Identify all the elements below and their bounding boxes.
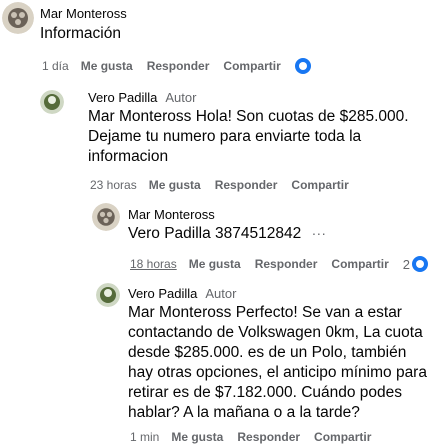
- comment-text: Mar Monteross Perfecto! Se van a estar c…: [128, 303, 428, 423]
- comment-author-line: Vero Padilla Autor: [88, 90, 418, 105]
- reply-button[interactable]: Responder: [215, 178, 278, 192]
- comment-text: Vero Padilla 3874512842: [128, 224, 328, 244]
- share-button[interactable]: Compartir: [331, 257, 388, 271]
- like-button[interactable]: Me gusta: [81, 59, 133, 73]
- comment-actions: 1 día Me gusta Responder Compartir: [42, 58, 311, 74]
- comment-author[interactable]: Mar Monteross: [128, 207, 328, 222]
- comment-author[interactable]: Vero Padilla: [88, 90, 157, 105]
- comment-bubble: Mar Monteross Información: [40, 6, 150, 46]
- mention-link[interactable]: Mar Monteross: [88, 108, 191, 125]
- share-button[interactable]: Compartir: [291, 178, 348, 192]
- comment-author-line: Vero Padilla Autor: [128, 286, 428, 301]
- comment-actions: 23 horas Me gusta Responder Compartir: [90, 178, 363, 192]
- timestamp[interactable]: 1 min: [130, 430, 159, 444]
- like-button[interactable]: Me gusta: [149, 178, 201, 192]
- reaction-count: 2: [402, 256, 410, 272]
- avatar-vero-padilla[interactable]: [96, 283, 120, 307]
- share-button[interactable]: Compartir: [223, 59, 280, 73]
- reaction-icon[interactable]: [294, 58, 311, 74]
- comment-actions: 18 horas Me gusta Responder Compartir 2: [130, 256, 428, 272]
- comment-text: Mar Monteross Hola! Son cuotas de $285.0…: [88, 107, 418, 167]
- comment-bubble: Vero Padilla Autor Mar Monteross Perfecto…: [128, 286, 428, 423]
- timestamp[interactable]: 18 horas: [130, 257, 177, 271]
- mention-link[interactable]: Vero Padilla: [128, 225, 211, 242]
- share-button[interactable]: Compartir: [314, 430, 371, 444]
- avatar-mar-monteross[interactable]: [92, 203, 120, 231]
- comment-text: Información: [40, 25, 121, 42]
- comment-bubble: Mar Monteross Vero Padilla 3874512842: [128, 207, 328, 244]
- timestamp[interactable]: 1 día: [42, 59, 69, 73]
- author-badge: Autor: [165, 90, 197, 105]
- reply-button[interactable]: Responder: [255, 257, 318, 271]
- comment-bubble: Vero Padilla Autor Mar Monteross Hola! So…: [88, 90, 418, 167]
- like-button[interactable]: Me gusta: [189, 257, 241, 271]
- comment-actions: 1 min Me gusta Responder Compartir: [130, 430, 385, 444]
- mention-link[interactable]: Mar Monteross: [128, 304, 231, 321]
- reply-button[interactable]: Responder: [237, 430, 300, 444]
- reaction-icon[interactable]: [411, 256, 428, 272]
- comment-author[interactable]: Vero Padilla: [128, 286, 197, 301]
- avatar-vero-padilla[interactable]: [40, 90, 64, 114]
- avatar-mar-monteross[interactable]: [2, 2, 34, 34]
- timestamp[interactable]: 23 horas: [90, 178, 137, 192]
- comment-author[interactable]: Mar Monteross: [40, 6, 127, 21]
- like-button[interactable]: Me gusta: [171, 430, 223, 444]
- comment-text-content: Perfecto! Se van a estar contactando de …: [128, 304, 427, 421]
- comment-text-content: 3874512842: [215, 225, 302, 242]
- author-badge: Autor: [205, 286, 237, 301]
- more-options-button[interactable]: ...: [312, 222, 327, 238]
- reply-button[interactable]: Responder: [147, 59, 210, 73]
